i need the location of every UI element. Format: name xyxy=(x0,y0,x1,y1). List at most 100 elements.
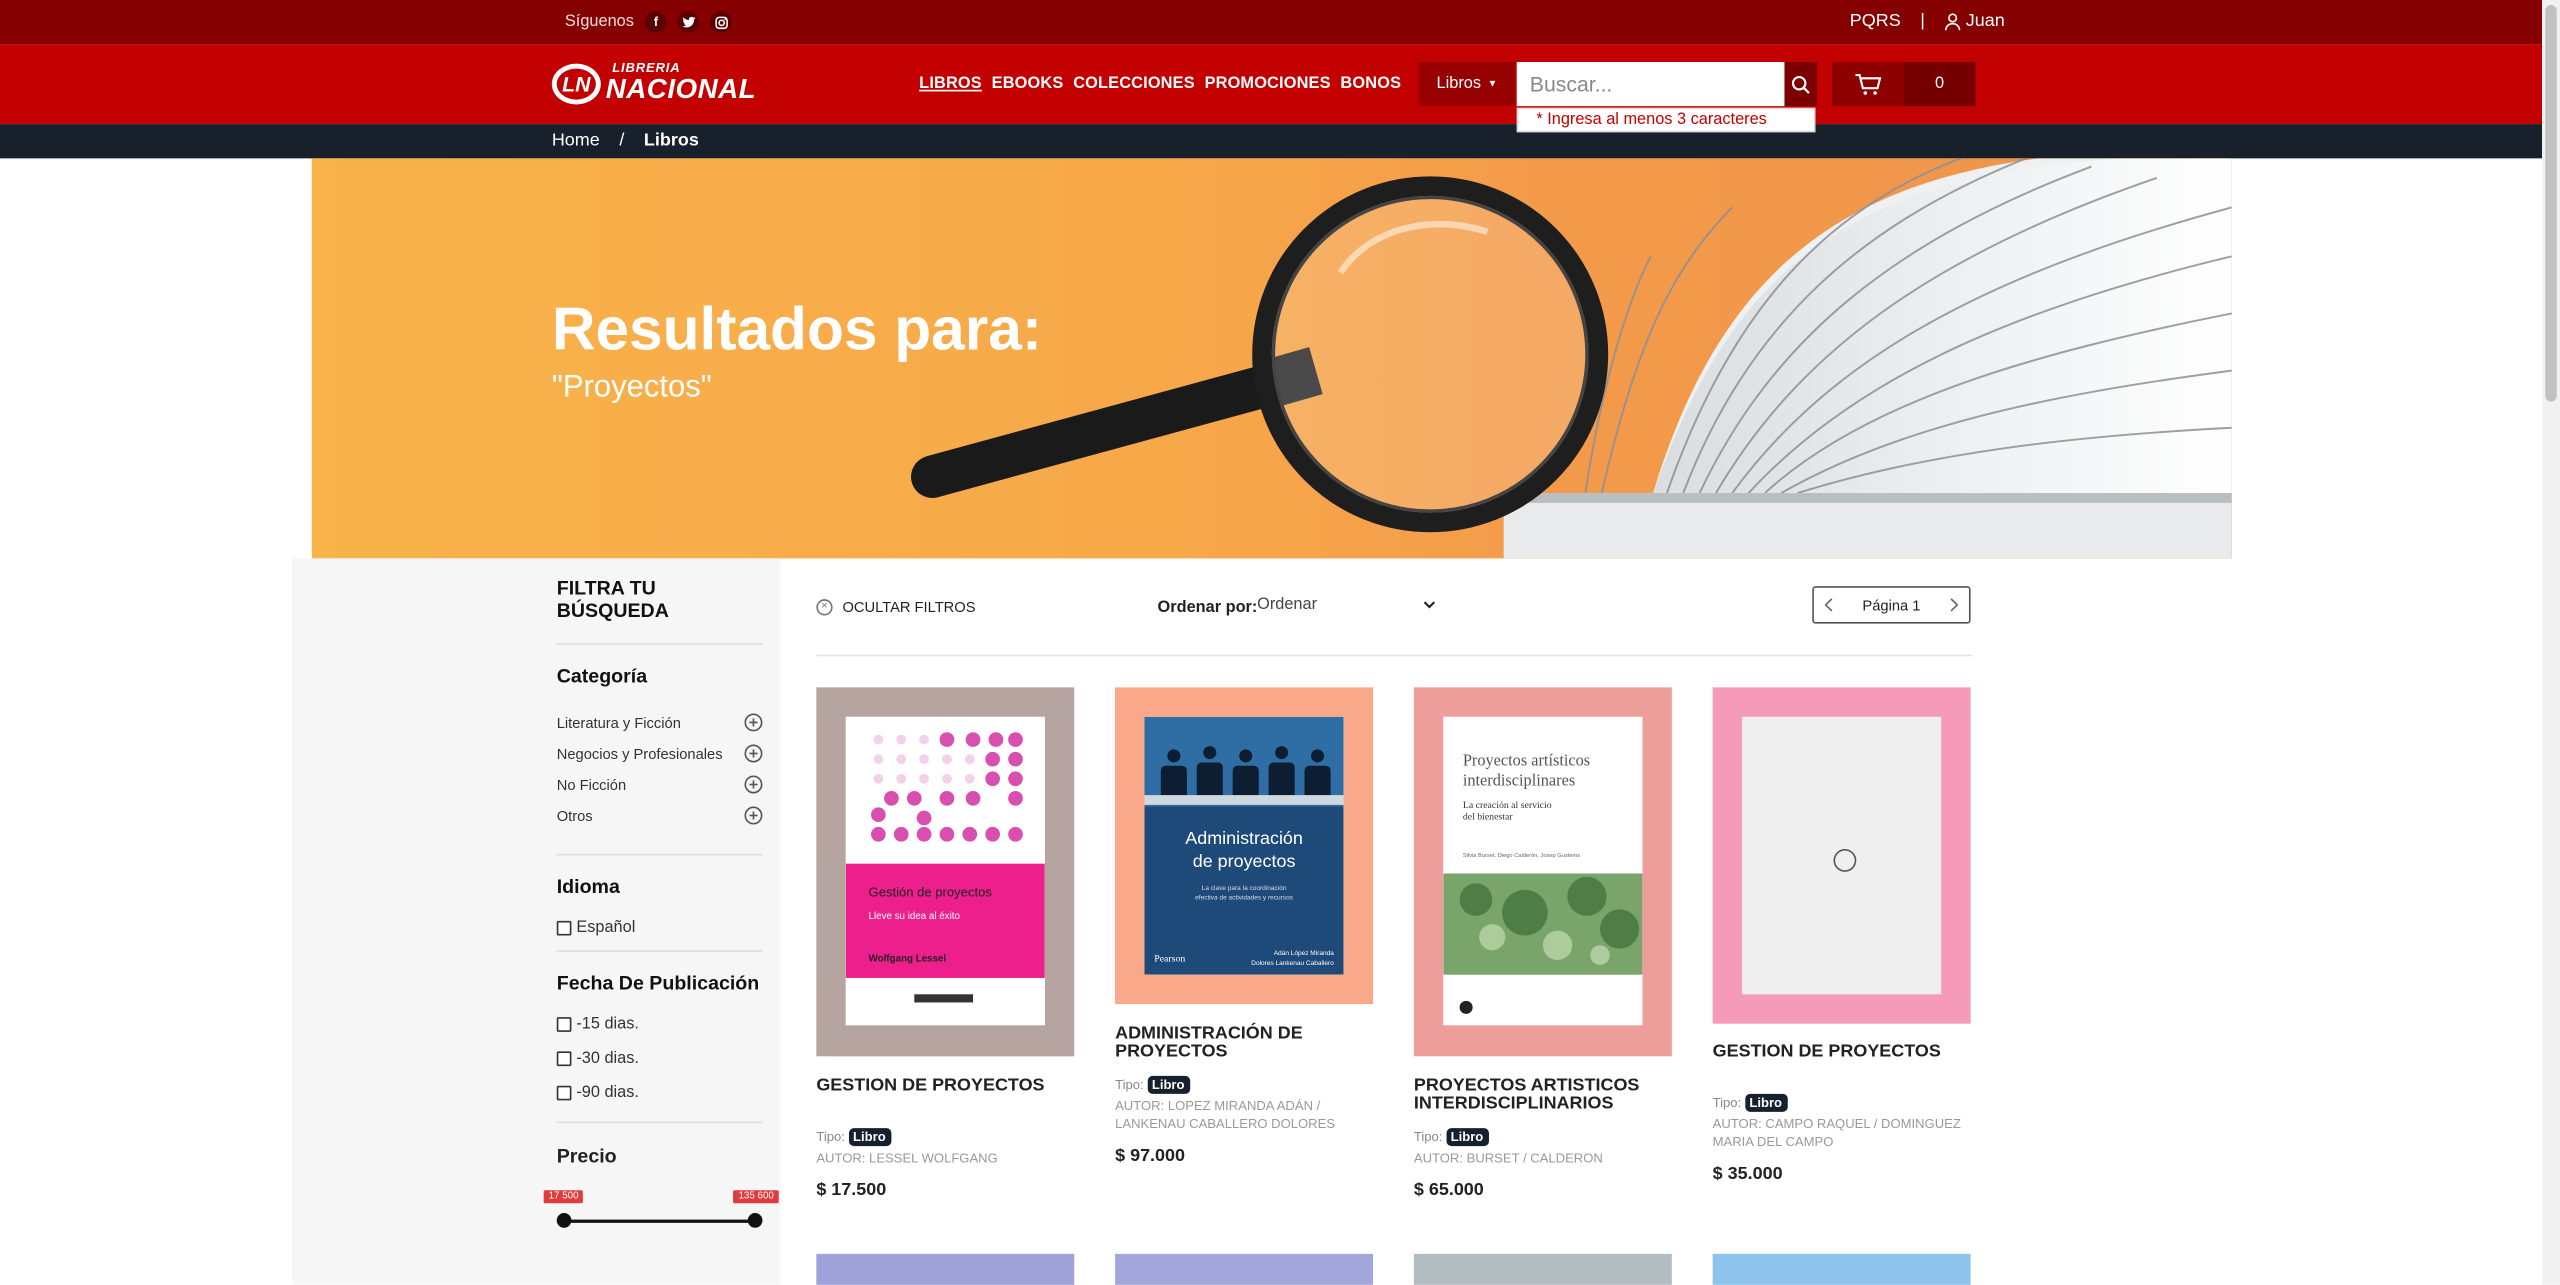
checkbox[interactable] xyxy=(556,1051,572,1067)
scrollbar-thumb[interactable] xyxy=(2545,4,2557,402)
checkbox[interactable] xyxy=(556,1085,572,1101)
hide-filters-label: OCULTAR FILTROS xyxy=(842,599,976,616)
pagination: Página 1 xyxy=(1812,586,1971,624)
date-title: Fecha De Publicación xyxy=(556,971,760,995)
svg-text:del bienestar: del bienestar xyxy=(1463,812,1513,823)
type-badge: Libro xyxy=(1744,1093,1787,1112)
sort-select[interactable]: Ordenar xyxy=(1257,596,1436,614)
type-label: Tipo: xyxy=(1413,1129,1443,1145)
category-label: Literatura y Ficción xyxy=(556,714,681,731)
top-right-links: PQRS | Juan xyxy=(1850,11,2005,31)
chevron-right-icon[interactable] xyxy=(1949,598,1959,613)
logo[interactable]: LN LIBRERIA NACIONAL xyxy=(551,61,756,104)
expand-plus-icon[interactable] xyxy=(744,744,763,763)
page-scrollbar[interactable] xyxy=(2542,0,2560,1285)
main-nav: LIBROS EBOOKS COLECCIONES PROMOCIONES BO… xyxy=(919,75,1401,93)
user-icon xyxy=(1945,12,1961,30)
checkbox[interactable] xyxy=(556,920,572,936)
category-item[interactable]: Literatura y Ficción xyxy=(557,707,763,738)
category-item[interactable]: No Ficción xyxy=(557,769,763,800)
product-name[interactable]: GESTION DE PROYECTOS xyxy=(1713,1042,1971,1061)
date-option[interactable]: -90 dias. xyxy=(556,1076,763,1110)
price-min-tag: 17 500 xyxy=(543,1190,584,1204)
chevron-left-icon[interactable] xyxy=(1824,598,1834,613)
cart-count: 0 xyxy=(1903,62,1976,107)
cart-button[interactable]: 0 xyxy=(1831,62,1976,107)
product-card[interactable]: Proyectos artísticos interdisciplinares … xyxy=(1413,687,1672,1200)
search-input[interactable] xyxy=(1516,62,1785,107)
date-option[interactable]: -30 dias. xyxy=(556,1042,763,1076)
product-card[interactable]: GESTION DE PROYECTOS Tipo: Libro Autor: … xyxy=(1712,687,1971,1184)
type-label: Tipo: xyxy=(1115,1077,1144,1093)
price-slider[interactable]: 17 500 135 600 xyxy=(543,1171,779,1236)
type-label: Tipo: xyxy=(816,1129,845,1145)
checkbox[interactable] xyxy=(556,1017,572,1032)
slider-min-handle[interactable] xyxy=(556,1213,572,1228)
type-label: Tipo: xyxy=(1712,1095,1742,1111)
language-title: Idioma xyxy=(556,875,620,898)
loading-spinner-icon xyxy=(1833,848,1857,872)
search-hint: * Ingresa al menos 3 caracteres xyxy=(1516,107,1816,133)
svg-text:Pearson: Pearson xyxy=(1154,954,1185,965)
product-type: Tipo: Libro xyxy=(1115,1075,1373,1094)
nav-libros[interactable]: LIBROS xyxy=(919,75,982,93)
svg-text:de proyectos: de proyectos xyxy=(1193,851,1296,871)
user-menu[interactable]: Juan xyxy=(1945,11,2005,31)
product-cover[interactable] xyxy=(816,1253,1075,1285)
svg-text:La creación al servicio: La creación al servicio xyxy=(1463,800,1552,811)
slider-track xyxy=(563,1219,756,1223)
instagram-icon[interactable] xyxy=(710,11,732,33)
expand-plus-icon[interactable] xyxy=(744,713,763,732)
nav-bonos[interactable]: BONOS xyxy=(1340,75,1401,93)
language-option[interactable]: Español xyxy=(556,911,763,945)
breadcrumb-home[interactable]: Home xyxy=(552,131,600,151)
product-cover[interactable] xyxy=(1712,687,1971,1024)
svg-text:Wolfgang Lessel: Wolfgang Lessel xyxy=(869,954,947,965)
product-cover[interactable] xyxy=(1115,1253,1374,1285)
expand-plus-icon[interactable] xyxy=(744,806,763,825)
search-scope-label: Libros xyxy=(1436,75,1482,94)
type-badge: Libro xyxy=(848,1128,891,1147)
user-name: Juan xyxy=(1965,11,2005,32)
svg-text:La clave para la coordinación: La clave para la coordinación xyxy=(1202,885,1287,892)
category-item[interactable]: Negocios y Profesionales xyxy=(557,738,763,769)
product-author: Autor: BURSET / CALDERON xyxy=(1413,1151,1603,1166)
product-cover[interactable] xyxy=(1413,1253,1672,1285)
book-cover-art: Gestión de proyectos Lleve su idea al éx… xyxy=(845,716,1045,1026)
filters-title: FILTRA TU BÚSQUEDA xyxy=(556,576,763,645)
date-filter: Fecha De Publicación -15 dias. -30 dias.… xyxy=(556,971,763,1124)
nav-ebooks[interactable]: EBOOKS xyxy=(992,75,1064,93)
results-controls: × OCULTAR FILTROS Ordenar por: Ordenar P… xyxy=(816,586,1973,657)
product-card[interactable]: Administración de proyectos La clave par… xyxy=(1115,687,1374,1166)
slider-max-handle[interactable] xyxy=(747,1213,763,1228)
main-header: LN LIBRERIA NACIONAL LIBROS EBOOKS COLEC… xyxy=(0,44,2543,125)
nav-colecciones[interactable]: COLECCIONES xyxy=(1073,75,1195,93)
nav-promociones[interactable]: PROMOCIONES xyxy=(1205,75,1331,93)
logo-mark-icon: LN xyxy=(551,62,601,104)
date-option[interactable]: -15 dias. xyxy=(556,1007,763,1041)
product-price: $ 35.000 xyxy=(1712,1164,1783,1184)
product-name[interactable]: GESTION DE PROYECTOS xyxy=(816,1077,1074,1096)
product-cover[interactable] xyxy=(1712,1253,1971,1285)
category-item[interactable]: Otros xyxy=(557,800,763,831)
product-name[interactable]: PROYECTOS ARTISTICOS INTERDISCIPLINARIOS xyxy=(1414,1077,1672,1114)
product-cover[interactable]: Gestión de proyectos Lleve su idea al éx… xyxy=(816,687,1075,1057)
expand-plus-icon[interactable] xyxy=(744,775,763,794)
svg-text:Silvia Burset, Diego Calderón,: Silvia Burset, Diego Calderón, Josep Gus… xyxy=(1463,853,1580,859)
search-scope-dropdown[interactable]: Libros ▼ xyxy=(1418,62,1516,107)
book-cover-art: Administración de proyectos La clave par… xyxy=(1144,716,1344,975)
product-card[interactable]: Gestión de proyectos Lleve su idea al éx… xyxy=(816,687,1075,1200)
category-label: No Ficción xyxy=(556,776,627,793)
separator: | xyxy=(1920,11,1925,32)
price-max-tag: 135 600 xyxy=(733,1190,779,1204)
facebook-icon[interactable]: f xyxy=(645,11,667,33)
hide-filters-button[interactable]: × OCULTAR FILTROS xyxy=(816,599,976,616)
pqrs-link[interactable]: PQRS xyxy=(1850,11,1901,31)
product-cover[interactable]: Administración de proyectos La clave par… xyxy=(1115,687,1374,1005)
product-cover[interactable]: Proyectos artísticos interdisciplinares … xyxy=(1413,687,1672,1057)
search-button[interactable] xyxy=(1784,62,1818,107)
product-type: Tipo: Libro xyxy=(816,1128,1074,1147)
twitter-icon[interactable] xyxy=(677,11,700,33)
product-author: Autor: LOPEZ MIRANDA ADÁN / LANKENAU CAB… xyxy=(1115,1098,1336,1132)
product-name[interactable]: ADMINISTRACIÓN DE PROYECTOS xyxy=(1115,1024,1373,1061)
